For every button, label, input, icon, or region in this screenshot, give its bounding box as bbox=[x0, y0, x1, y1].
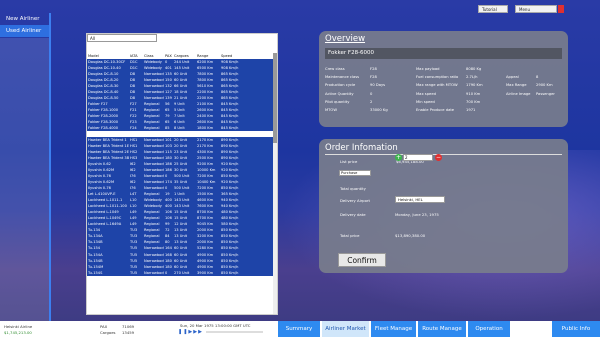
order-divider bbox=[325, 154, 562, 155]
spec-label: Enable Produce date bbox=[416, 108, 455, 112]
tab-airliner-market[interactable]: Airliner Market bbox=[322, 321, 369, 337]
delivery-airport-label: Delivery Airport bbox=[340, 198, 370, 203]
nav-divider bbox=[49, 13, 51, 323]
tab-route-manage[interactable]: Route Manage bbox=[418, 321, 466, 337]
delivery-date-label: Delivery date bbox=[340, 212, 366, 217]
main-tabs: Summary Airliner Market Fleet Manage Rou… bbox=[278, 321, 512, 337]
cell-range: 3900 Km bbox=[197, 270, 214, 275]
cargoes-label: Cargoes bbox=[100, 330, 116, 335]
overview-title: Overview bbox=[325, 34, 366, 44]
public-info-button[interactable]: Public Info bbox=[552, 321, 600, 337]
spec-value: Passenger bbox=[536, 91, 555, 96]
left-panel-strip bbox=[0, 38, 49, 323]
quantity-field[interactable]: 2 bbox=[403, 154, 433, 161]
spec-label: Max Range bbox=[506, 83, 527, 88]
spec-label: Max speed bbox=[416, 91, 436, 96]
game-date: Sun, 20 Mar 1975 13:00:00 GMT UTC bbox=[180, 323, 251, 328]
spec-value: 33000 Kg bbox=[370, 108, 388, 112]
overview-panel: Overview Fokker F28-6000 Crew class F28 Ma… bbox=[319, 31, 568, 127]
spec-label: Production cycle bbox=[325, 83, 356, 88]
total-price-value: $13,890,380.00 bbox=[395, 233, 426, 238]
pax-label: PAX bbox=[100, 324, 108, 329]
spec-label: Appeal bbox=[506, 75, 519, 80]
spec-value: 2 bbox=[370, 99, 373, 104]
spec-label: Pilot quantity bbox=[325, 99, 350, 104]
spec-value: 0 bbox=[370, 91, 373, 96]
purchase-dropdown[interactable]: Purchase bbox=[339, 170, 371, 176]
delivery-airport-field[interactable]: Helsinki, HEL bbox=[395, 196, 445, 203]
spec-label: Fuel consumption ratio bbox=[416, 75, 459, 80]
spec-value: F28 bbox=[370, 75, 377, 80]
cell-class: Narrowbody bbox=[144, 270, 164, 275]
time-progress bbox=[206, 331, 263, 333]
spec-label: Crew class bbox=[325, 67, 345, 71]
tab-operation[interactable]: Operation bbox=[468, 321, 510, 337]
menu-button[interactable]: Menu bbox=[515, 5, 557, 13]
table-body: Douglas DC-10-30CF D1C Widebody 0 244 Unit 62… bbox=[87, 59, 275, 314]
spec-value: 90 Days bbox=[370, 83, 386, 88]
fast-forward-icon[interactable]: ▶▶ bbox=[193, 329, 203, 335]
increase-quantity-button[interactable]: + bbox=[395, 154, 402, 161]
table-row[interactable]: Tu-154S TU5 Narrowbody 0 270 Unit 3900 Km 850 … bbox=[87, 269, 275, 276]
airline-name: Helsinki Airline bbox=[4, 324, 33, 329]
cell-pax: 0 bbox=[165, 270, 168, 275]
close-window-button[interactable] bbox=[558, 5, 564, 13]
spec-label: Min speed bbox=[416, 99, 435, 104]
cell-cargoes: 270 Unit bbox=[174, 270, 190, 275]
total-quantity-label: Total quantity bbox=[340, 186, 366, 191]
spec-value: 910 Km bbox=[466, 91, 481, 96]
filter-dropdown[interactable]: All bbox=[87, 34, 157, 42]
cash-value: $1,745,213.00 bbox=[4, 330, 32, 335]
airliner-table-panel: All Model IATA Class PAX Cargoes Range S… bbox=[86, 33, 278, 315]
aircraft-name: Fokker F28-6000 bbox=[325, 48, 562, 59]
cell-speed: 850 Km/h bbox=[221, 270, 239, 275]
spec-value: 2.7L/h bbox=[466, 75, 478, 80]
spec-value: 1971 bbox=[466, 108, 476, 112]
left-nav: New Airliner Used Airliner bbox=[0, 13, 49, 37]
list-price-label: List price bbox=[340, 159, 358, 164]
spec-label: Maintenance class bbox=[325, 75, 360, 80]
nav-new-airliner[interactable]: New Airliner bbox=[0, 13, 49, 25]
spec-label: Active Quantity bbox=[325, 91, 354, 96]
spec-value: F28 bbox=[370, 67, 377, 71]
confirm-button[interactable]: Confirm bbox=[338, 253, 386, 267]
nav-used-airliner[interactable]: Used Airliner bbox=[0, 25, 49, 37]
spec-value: 1790 Km bbox=[466, 83, 483, 88]
time-controls: ❚❚▶▶▶ bbox=[178, 329, 203, 335]
order-title: Order Infomation bbox=[325, 143, 398, 153]
spec-value: 8080 Kg bbox=[466, 67, 482, 71]
spec-value: 2900 Km bbox=[536, 83, 553, 88]
spec-label: Max range with MTOW bbox=[416, 83, 458, 88]
cell-iata: TU5 bbox=[130, 270, 138, 275]
tutorial-button[interactable]: Tutorial bbox=[478, 5, 508, 13]
tab-fleet-manage[interactable]: Fleet Manage bbox=[371, 321, 416, 337]
decrease-quantity-button[interactable]: − bbox=[435, 154, 442, 161]
spec-label: MTOW bbox=[325, 108, 337, 112]
total-price-label: Total price bbox=[340, 233, 360, 238]
delivery-date-value: Monday, June 23, 1975 bbox=[395, 212, 439, 217]
spec-value: 8 bbox=[536, 75, 539, 80]
spec-value: 700 Km bbox=[466, 99, 481, 104]
pax-value: 71069 bbox=[122, 324, 135, 329]
pause-icon[interactable]: ❚❚ bbox=[178, 329, 188, 335]
tab-summary[interactable]: Summary bbox=[278, 321, 320, 337]
spec-label: Max payload bbox=[416, 67, 440, 71]
table-scroll-thumb[interactable] bbox=[273, 53, 277, 143]
cell-model: Tu-154S bbox=[88, 270, 103, 275]
cargoes-value: 13459 bbox=[122, 330, 135, 335]
spec-label: Airline Image bbox=[506, 91, 531, 96]
